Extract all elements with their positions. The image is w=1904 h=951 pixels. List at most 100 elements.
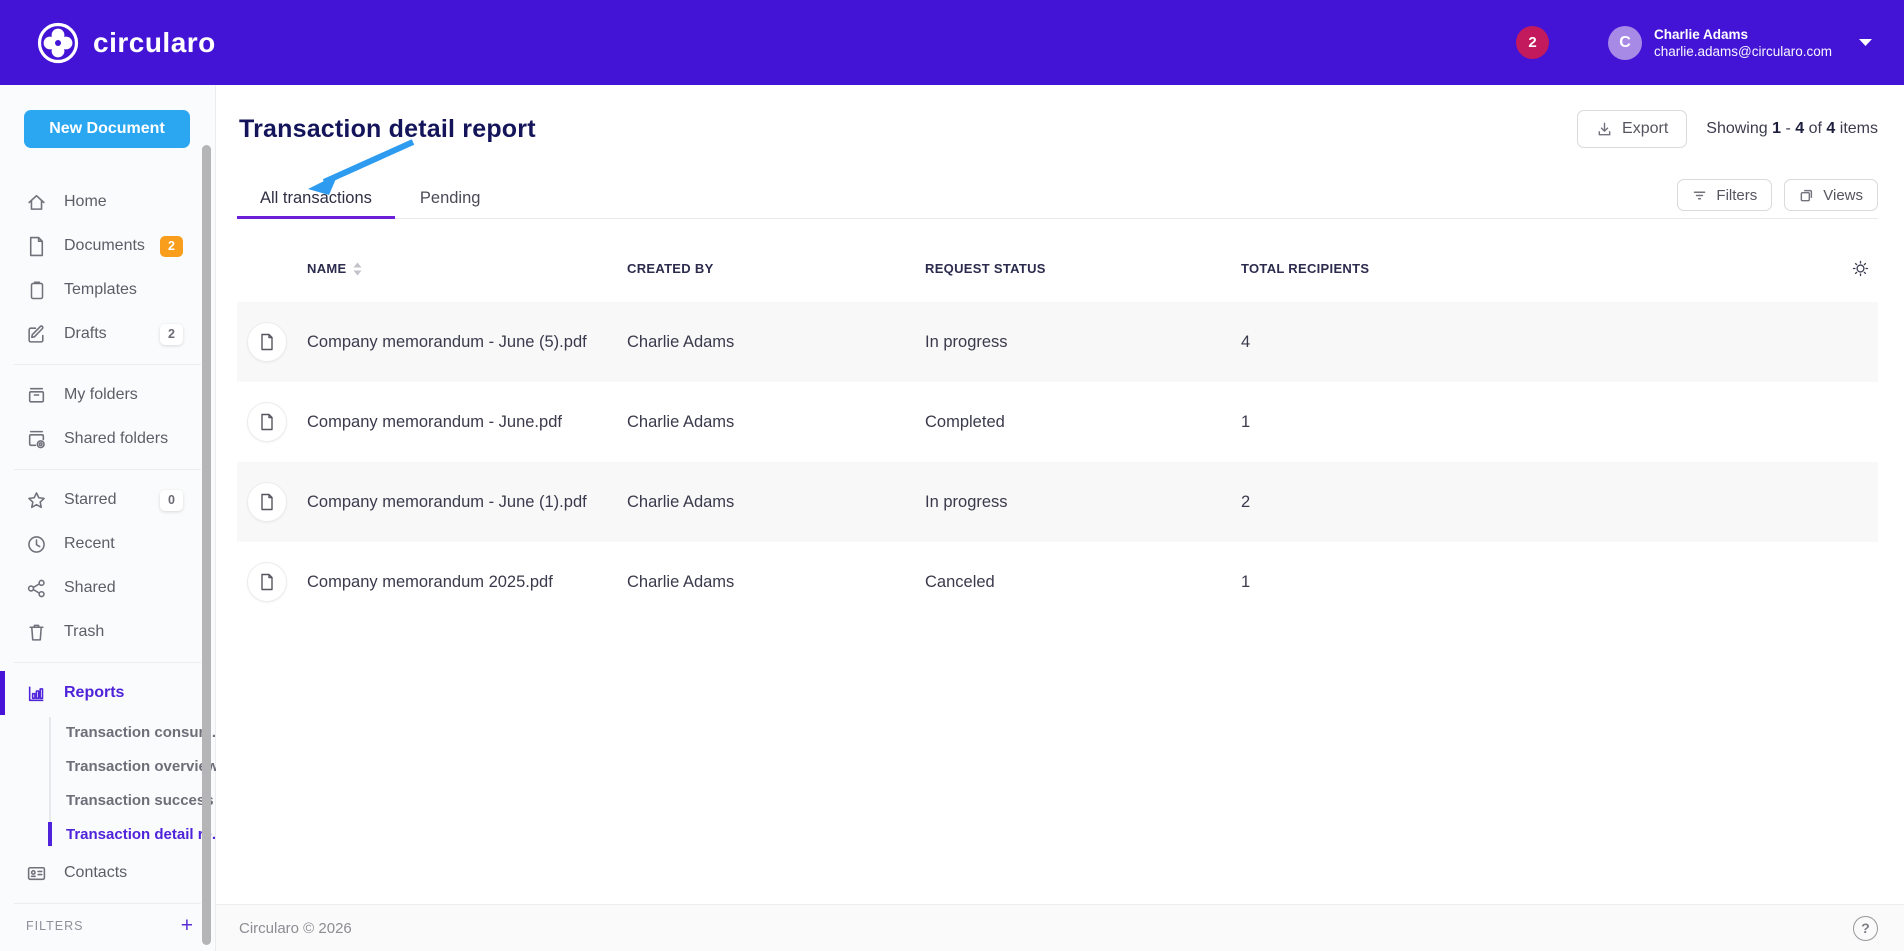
cell-created-by: Charlie Adams (627, 333, 925, 352)
sidebar-item-label: Contacts (64, 864, 127, 882)
add-filter-plus-icon[interactable]: + (181, 916, 193, 936)
contacts-card-icon (26, 863, 47, 884)
sidebar: New Document Home Documents 2 (0, 85, 216, 951)
sidebar-item-label: Recent (64, 535, 115, 553)
column-header-total-recipients[interactable]: TOTAL RECIPIENTS (1241, 261, 1834, 276)
cell-request-status: In progress (925, 493, 1241, 512)
views-button[interactable]: Views (1784, 179, 1878, 211)
star-icon (26, 490, 47, 511)
views-button-label: Views (1823, 187, 1863, 204)
subnav-item-transaction-consumption[interactable]: Transaction consum... (0, 715, 215, 749)
sidebar-item-label: Trash (64, 623, 104, 641)
table-settings-gear-icon[interactable] (1851, 259, 1878, 278)
sidebar-item-documents[interactable]: Documents 2 (0, 224, 215, 268)
help-question-icon[interactable]: ? (1853, 916, 1878, 941)
tab-bar: All transactions Pending Filters (237, 179, 1878, 219)
table-row[interactable]: Company memorandum - June (5).pdf Charli… (237, 302, 1878, 382)
table-row[interactable]: Company memorandum 2025.pdf Charlie Adam… (237, 542, 1878, 622)
subnav-item-transaction-detail-report[interactable]: Transaction detail re... (0, 817, 215, 851)
sidebar-item-starred[interactable]: Starred 0 (0, 478, 215, 522)
reports-subnav: Transaction consum... Transaction overvi… (0, 715, 215, 851)
sidebar-item-label: Templates (64, 281, 137, 299)
sidebar-item-templates[interactable]: Templates (0, 268, 215, 312)
filters-button[interactable]: Filters (1677, 179, 1772, 211)
filter-lines-icon (1692, 189, 1707, 202)
column-header-request-status[interactable]: REQUEST STATUS (925, 261, 1241, 276)
sidebar-item-reports[interactable]: Reports (0, 671, 215, 715)
sidebar-item-home[interactable]: Home (0, 180, 215, 224)
clock-icon (26, 534, 47, 555)
drafts-count-badge: 2 (160, 324, 183, 345)
tab-pending[interactable]: Pending (408, 178, 493, 219)
cell-total-recipients: 1 (1241, 413, 1834, 432)
cell-created-by: Charlie Adams (627, 573, 925, 592)
file-pdf-icon (247, 562, 287, 602)
sidebar-divider (14, 364, 201, 365)
table-row[interactable]: Company memorandum - June (1).pdf Charli… (237, 462, 1878, 542)
sidebar-item-label: My folders (64, 386, 138, 404)
avatar[interactable]: C (1608, 26, 1642, 60)
sidebar-item-label: Starred (64, 491, 116, 509)
page-title: Transaction detail report (239, 115, 536, 144)
showing-items-count: Showing 1 - 4 of 4 items (1706, 120, 1878, 138)
starred-count-badge: 0 (160, 490, 183, 511)
sidebar-divider (14, 903, 201, 904)
cell-total-recipients: 1 (1241, 573, 1834, 592)
draft-edit-icon (26, 324, 47, 345)
export-button[interactable]: Export (1577, 110, 1687, 148)
tab-all-transactions[interactable]: All transactions (237, 178, 395, 219)
circularo-logo[interactable]: circularo (36, 21, 216, 65)
user-menu-chevron-down-icon[interactable] (1858, 38, 1873, 47)
trash-icon (26, 622, 47, 643)
sidebar-item-my-folders[interactable]: My folders (0, 373, 215, 417)
download-icon (1596, 121, 1613, 138)
home-icon (26, 192, 47, 213)
sort-icon[interactable] (353, 262, 362, 276)
main-content: Transaction detail report Export Showing… (216, 85, 1904, 951)
sidebar-item-label: Shared (64, 579, 116, 597)
cell-created-by: Charlie Adams (627, 493, 925, 512)
cell-request-status: Completed (925, 413, 1241, 432)
user-info: Charlie Adams charlie.adams@circularo.co… (1654, 26, 1832, 60)
sidebar-scrollbar-thumb[interactable] (202, 145, 211, 945)
new-document-button[interactable]: New Document (24, 110, 190, 148)
sidebar-item-contacts[interactable]: Contacts (0, 851, 215, 895)
cell-name: Company memorandum - June (5).pdf (307, 333, 627, 352)
sidebar-item-drafts[interactable]: Drafts 2 (0, 312, 215, 356)
cell-request-status: Canceled (925, 573, 1241, 592)
circularo-logo-icon (36, 21, 80, 65)
sidebar-item-trash[interactable]: Trash (0, 610, 215, 654)
sidebar-item-shared-folders[interactable]: Shared folders (0, 417, 215, 461)
table-row[interactable]: Company memorandum - June.pdf Charlie Ad… (237, 382, 1878, 462)
cell-name: Company memorandum - June.pdf (307, 413, 627, 432)
template-icon (26, 280, 47, 301)
cell-total-recipients: 4 (1241, 333, 1834, 352)
shared-folder-icon (26, 429, 47, 450)
sidebar-item-label: Home (64, 193, 107, 211)
logo-text: circularo (93, 27, 216, 59)
tab-label: Pending (420, 189, 481, 208)
notification-badge[interactable]: 2 (1516, 26, 1549, 59)
file-pdf-icon (247, 482, 287, 522)
sidebar-item-shared[interactable]: Shared (0, 566, 215, 610)
subnav-item-label: Transaction success (66, 792, 214, 809)
user-email: charlie.adams@circularo.com (1654, 43, 1832, 60)
topbar: circularo 2 C Charlie Adams charlie.adam… (0, 0, 1904, 85)
transactions-table: NAME CREATED BY REQUEST STATUS TOTAL REC… (237, 235, 1878, 622)
column-header-created-by[interactable]: CREATED BY (627, 261, 925, 276)
file-pdf-icon (247, 402, 287, 442)
sidebar-divider (14, 662, 201, 663)
views-layers-icon (1799, 188, 1814, 203)
folder-drawer-icon (26, 385, 47, 406)
main-header: Transaction detail report Export Showing… (237, 110, 1878, 148)
subnav-item-transaction-success[interactable]: Transaction success (0, 783, 215, 817)
subnav-item-transaction-overview[interactable]: Transaction overview (0, 749, 215, 783)
subnav-item-label: Transaction consum... (66, 724, 224, 741)
cell-name: Company memorandum - June (1).pdf (307, 493, 627, 512)
footer: Circularo © 2026 ? (216, 904, 1904, 951)
sidebar-item-recent[interactable]: Recent (0, 522, 215, 566)
bar-chart-icon (26, 683, 47, 704)
column-header-name[interactable]: NAME (307, 261, 627, 276)
filters-section-label: FILTERS (26, 919, 83, 933)
copyright-text: Circularo © 2026 (239, 920, 352, 937)
